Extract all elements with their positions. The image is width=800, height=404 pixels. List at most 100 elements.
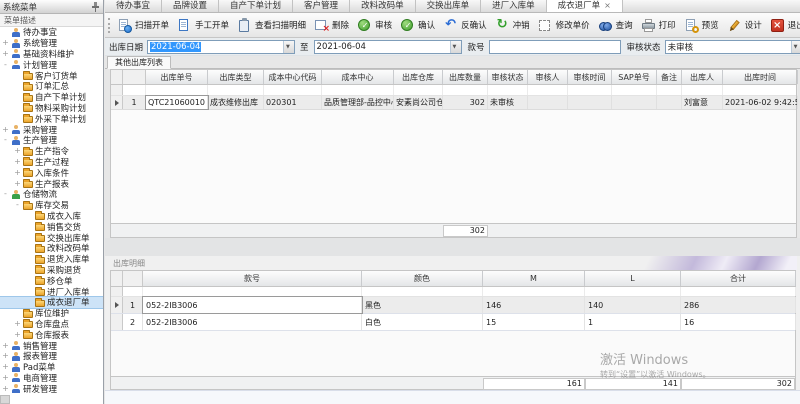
cell-total[interactable]: 286 [681, 297, 796, 313]
cell-audit-time[interactable] [568, 96, 612, 109]
sidebar-item-stocktake[interactable]: 仓库盘点 [0, 319, 103, 330]
table-row[interactable]: 1 052-2IB3006 黑色 146 140 286 [111, 297, 795, 314]
print-button[interactable]: 打印 [637, 14, 680, 36]
audit-button[interactable]: 审核 [353, 14, 396, 36]
expand-icon[interactable] [2, 363, 9, 371]
sidebar-item-garment-in[interactable]: 成衣入库 [0, 211, 103, 222]
tab-todo[interactable]: 待办事宜 [105, 0, 162, 12]
column-header[interactable]: 出库数量 [443, 70, 488, 84]
expand-icon[interactable] [14, 331, 21, 339]
sidebar-item-prod-report[interactable]: 生产报表 [0, 178, 103, 189]
expand-icon[interactable] [14, 158, 21, 166]
expand-icon[interactable] [2, 39, 9, 47]
column-header[interactable]: 审核时间 [568, 70, 612, 84]
sidebar-item-material-plan[interactable]: 物料采购计划 [0, 103, 103, 114]
sidebar-item-order-summary[interactable]: 订单汇总 [0, 81, 103, 92]
sidebar-item-reports[interactable]: 报表管理 [0, 351, 103, 362]
sidebar-item-sales-delivery[interactable]: 销售交货 [0, 221, 103, 232]
table-row[interactable]: 1 QTC21060010 成衣维修出库 020301 品质管理部-品控中心 安… [111, 96, 796, 110]
expand-icon[interactable] [2, 352, 9, 360]
column-header[interactable]: 出库类型 [208, 70, 264, 84]
cell-sap-no[interactable] [612, 96, 657, 109]
preview-button[interactable]: 预览 [680, 14, 723, 36]
expand-icon[interactable] [2, 385, 9, 393]
grid-filter-row[interactable] [111, 85, 796, 96]
cell-operator[interactable]: 刘富意 [682, 96, 723, 109]
chevron-down-icon[interactable] [450, 41, 461, 53]
detail-filter-row[interactable] [111, 287, 795, 297]
column-header[interactable]: M [483, 271, 585, 286]
query-button[interactable]: 查询 [594, 14, 637, 36]
toolbar-grip[interactable] [108, 18, 110, 33]
cell-qty[interactable]: 302 [443, 96, 488, 109]
sidebar-item-recode[interactable]: 改料改码单 [0, 243, 103, 254]
expand-icon[interactable] [14, 147, 21, 155]
tab-self-plan[interactable]: 自产下单计划 [219, 0, 293, 12]
column-header[interactable]: L [585, 271, 681, 286]
sidebar-item-sales[interactable]: 销售管理 [0, 340, 103, 351]
pin-icon[interactable] [91, 1, 100, 12]
sidebar-item-warehouse-report[interactable]: 仓库报表 [0, 329, 103, 340]
cell-warehouse[interactable]: 安素尚公司仓 [394, 96, 443, 109]
cell-total[interactable]: 16 [681, 314, 796, 330]
horizontal-splitter[interactable] [105, 238, 800, 256]
column-header[interactable]: 审核状态 [488, 70, 528, 84]
design-button[interactable]: 设计 [723, 14, 766, 36]
column-header[interactable]: 成本中心 [322, 70, 394, 84]
tab-customer[interactable]: 客户管理 [293, 0, 350, 12]
sidebar-item-inbound-cond[interactable]: 入库条件 [0, 167, 103, 178]
tab-garment-return-active[interactable]: 成衣退厂单× [547, 0, 623, 12]
view-scan-detail-button[interactable]: 查看扫描明细 [233, 14, 310, 36]
unconfirm-button[interactable]: 反确认 [439, 14, 491, 36]
cell-remark[interactable] [657, 96, 682, 109]
confirm-button[interactable]: 确认 [396, 14, 439, 36]
sidebar-item-return-in[interactable]: 退货入库单 [0, 254, 103, 265]
cell-size-m[interactable]: 146 [483, 297, 585, 313]
edit-price-button[interactable]: 修改单价 [534, 14, 594, 36]
cell-doc-no[interactable]: QTC21060010 [146, 96, 208, 109]
cell-status[interactable]: 未审核 [488, 96, 528, 109]
sidebar-item-prod-process[interactable]: 生产过程 [0, 157, 103, 168]
cell-style-no[interactable]: 052-2IB3006 [143, 314, 362, 330]
sidebar-item-basedata[interactable]: 基础资料维护 [0, 49, 103, 60]
column-header[interactable]: 出库仓库 [394, 70, 443, 84]
sidebar-item-todo[interactable]: 待办事宜 [0, 27, 103, 38]
table-row[interactable]: 2 052-2IB3006 白色 15 1 16 [111, 314, 795, 331]
sidebar-item-location-maint[interactable]: 库位维护 [0, 308, 103, 319]
column-header[interactable]: 合计 [681, 271, 796, 286]
scan-create-button[interactable]: 扫描开单 [113, 14, 173, 36]
sidebar-item-outsource-plan[interactable]: 外采下单计划 [0, 113, 103, 124]
column-header[interactable]: 成本中心代码 [264, 70, 322, 84]
expand-icon[interactable] [14, 201, 21, 209]
cell-size-m[interactable]: 15 [483, 314, 585, 330]
cell-cc-code[interactable]: 020301 [264, 96, 322, 109]
exit-button[interactable]: 退出 [766, 14, 800, 36]
manual-create-button[interactable]: 手工开单 [173, 14, 233, 36]
sidebar-item-warehouse[interactable]: 仓储物流 [0, 189, 103, 200]
expand-icon[interactable] [2, 136, 9, 144]
sidebar-item-purchase-return[interactable]: 采购退货 [0, 265, 103, 276]
cell-size-l[interactable]: 140 [585, 297, 681, 313]
chevron-down-icon[interactable] [283, 41, 294, 53]
column-header[interactable]: 颜色 [362, 271, 483, 286]
cell-out-time[interactable]: 2021-06-02 9:42:52 [723, 96, 798, 109]
expand-icon[interactable] [14, 180, 21, 188]
expand-icon[interactable] [14, 320, 21, 328]
column-header[interactable]: 出库单号 [146, 70, 208, 84]
sidebar-item-pad-menu[interactable]: Pad菜单 [0, 362, 103, 373]
cell-color[interactable]: 白色 [362, 314, 483, 330]
date-to-combo[interactable]: 2021-06-04 [314, 40, 462, 54]
column-header[interactable]: 审核人 [528, 70, 568, 84]
expand-icon[interactable] [2, 342, 9, 350]
sidebar-item-factory-in[interactable]: 进厂入库单 [0, 286, 103, 297]
sidebar-item-rnd[interactable]: 研发管理 [0, 383, 103, 394]
date-from-combo[interactable]: 2021-06-04 [147, 40, 295, 54]
cell-color[interactable]: 黑色 [362, 297, 483, 313]
column-header[interactable]: 款号 [143, 271, 362, 286]
close-icon[interactable]: × [604, 0, 611, 12]
sidebar-item-prod-order[interactable]: 生产指令 [0, 146, 103, 157]
cell-cc-name[interactable]: 品质管理部-品控中心 [322, 96, 394, 109]
style-input[interactable] [489, 40, 621, 54]
delete-button[interactable]: ×删除 [310, 14, 353, 36]
sidebar-item-production[interactable]: 生产管理 [0, 135, 103, 146]
